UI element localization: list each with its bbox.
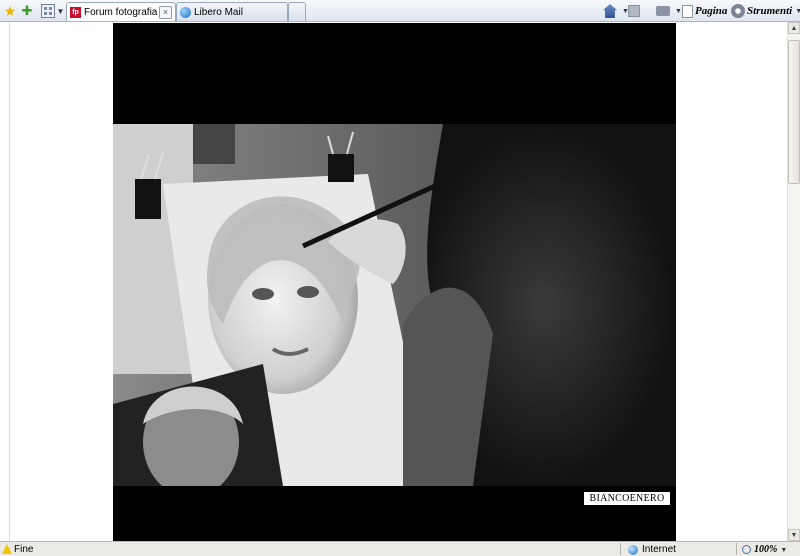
chevron-down-icon: ▼: [780, 545, 788, 554]
feeds-icon: [628, 5, 640, 17]
site-favicon-icon: fp: [70, 6, 81, 18]
photo-image: [113, 124, 676, 486]
new-tab-button[interactable]: [288, 2, 306, 21]
page-icon: [682, 4, 693, 18]
zone-label: Internet: [642, 544, 676, 555]
security-zone[interactable]: Internet: [628, 543, 676, 556]
chevron-down-icon[interactable]: ▼: [675, 8, 682, 15]
tab-label: Libero Mail: [194, 6, 243, 18]
vertical-scrollbar[interactable]: ▲ ▼: [787, 22, 800, 541]
status-text: Fine: [14, 544, 34, 555]
status-divider: [736, 543, 737, 555]
photo-frame: BIANCOENERO: [113, 23, 676, 541]
home-button[interactable]: ▼: [603, 3, 629, 19]
status-divider: [620, 543, 621, 555]
chevron-down-icon: ▼: [795, 7, 800, 15]
ie-page-icon: [180, 6, 191, 18]
zoom-level: 100%: [754, 544, 778, 555]
status-bar: Fine Internet 100% ▼: [0, 541, 800, 556]
tab-forum-fotografia[interactable]: fp Forum fotografia : photo... ×: [66, 2, 176, 21]
zoom-control[interactable]: 100% ▼: [742, 543, 787, 556]
tools-menu-label: Strumenti: [747, 5, 793, 17]
tab-list-dropdown-icon[interactable]: ▼: [56, 3, 65, 19]
scroll-down-arrow-icon[interactable]: ▼: [788, 529, 800, 541]
page-menu-label: Pagina: [695, 5, 728, 17]
close-tab-icon[interactable]: ×: [159, 6, 172, 19]
tab-libero-mail[interactable]: Libero Mail: [176, 2, 288, 21]
scroll-up-arrow-icon[interactable]: ▲: [788, 22, 800, 34]
scroll-thumb[interactable]: [788, 40, 800, 184]
page-content: BIANCOENERO: [0, 22, 787, 541]
page-left-margin: [0, 22, 10, 541]
photo-watermark: BIANCOENERO: [584, 492, 670, 505]
print-icon: [656, 6, 670, 16]
photo-artist-drawing-portrait[interactable]: [113, 124, 676, 486]
favorites-star-icon[interactable]: ★: [3, 3, 17, 19]
feeds-button[interactable]: [628, 3, 642, 19]
home-icon: [603, 4, 617, 18]
browser-toolbar: ★ ✚ ▼ fp Forum fotografia : photo... × L…: [0, 0, 800, 22]
warning-icon: [2, 544, 12, 554]
tools-menu-button[interactable]: Strumenti ▼: [731, 3, 800, 19]
add-favorite-icon[interactable]: ✚: [19, 3, 35, 19]
zoom-icon: [742, 545, 751, 554]
quick-tabs-icon[interactable]: [41, 4, 55, 18]
page-menu-button[interactable]: Pagina▼: [682, 3, 737, 19]
print-button[interactable]: ▼: [656, 3, 682, 19]
internet-zone-icon: [628, 544, 638, 555]
tools-gear-icon: [731, 4, 745, 18]
